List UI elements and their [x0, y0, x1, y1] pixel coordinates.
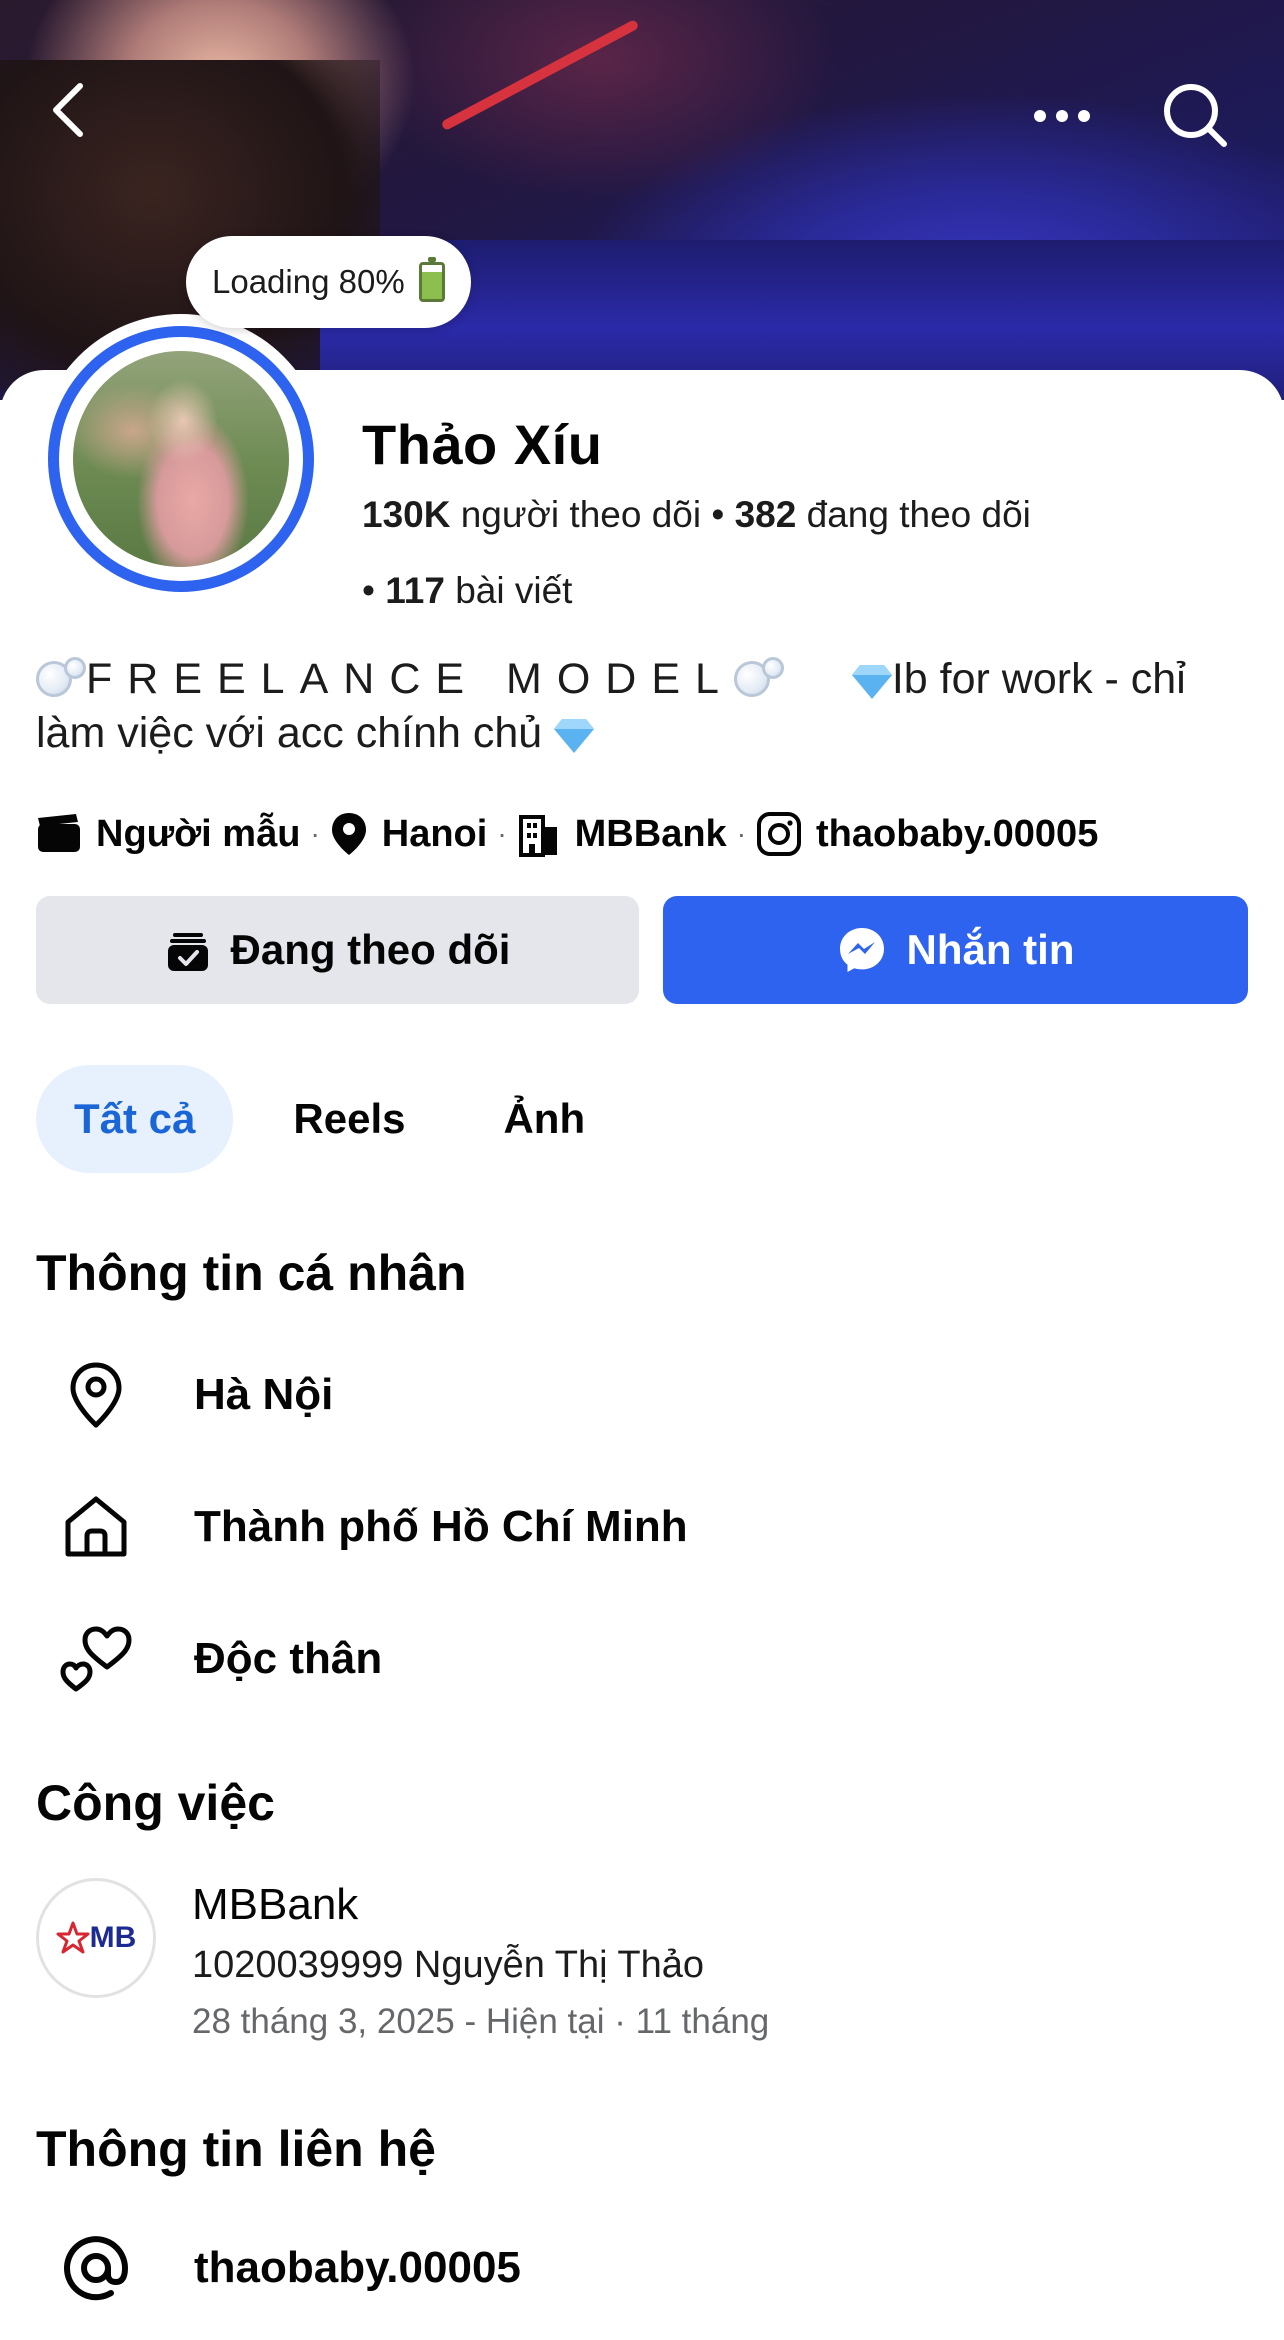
clapperboard-icon — [38, 814, 80, 852]
separator-dot: • — [711, 494, 735, 535]
battery-icon — [418, 257, 445, 302]
section-contact-title: Thông tin liên hệ — [36, 2121, 436, 2177]
separator-dot: • — [362, 570, 386, 611]
more-horizontal-icon — [1034, 110, 1090, 122]
profile-name: Thảo Xíu — [362, 413, 603, 476]
back-button[interactable] — [42, 80, 102, 140]
detail-location[interactable]: Hanoi — [382, 813, 488, 856]
follow-stats[interactable]: 130K người theo dõi • 382 đang theo dõi — [362, 494, 1031, 536]
work-company[interactable]: MBBank — [192, 1880, 358, 1930]
separator-dot: · — [497, 818, 507, 849]
bubbles-icon — [64, 657, 86, 679]
followers-count[interactable]: 130K — [362, 494, 450, 535]
work-dates: 28 tháng 3, 2025 - Hiện tại · 11 tháng — [192, 2002, 770, 2041]
profile-details: Người mẫu · Hanoi · MBBank · thaobaby.00… — [36, 806, 1098, 862]
note-bubble[interactable]: Loading 80% — [186, 236, 471, 328]
at-sign-icon-wrap — [36, 2231, 156, 2305]
tab-all[interactable]: Tất cả — [36, 1065, 234, 1173]
company-logo[interactable]: MB — [36, 1878, 156, 1998]
section-work-title: Công việc — [36, 1775, 275, 1831]
followers-label: người theo dõi — [460, 494, 702, 535]
following-count[interactable]: 382 — [735, 494, 797, 535]
work-position: 1020039999 Nguyễn Thị Thảo — [192, 1944, 705, 1986]
bio-model: FREELANCE MODEL — [86, 655, 734, 703]
search-button[interactable] — [1160, 80, 1230, 150]
story-ring — [48, 326, 314, 592]
section-personal-info-title: Thông tin cá nhân — [36, 1245, 467, 1301]
contact-handle-row[interactable]: thaobaby.00005 — [36, 2218, 521, 2318]
location-pin-icon — [331, 813, 366, 855]
posts-stats: • 117 bài viết — [362, 570, 572, 612]
at-sign-icon — [64, 2236, 129, 2301]
diamond-icon — [554, 719, 595, 753]
location-pin-icon-wrap — [36, 1361, 156, 1429]
info-relationship[interactable]: Độc thân — [36, 1609, 382, 1709]
message-button-label: Nhắn tin — [906, 926, 1075, 973]
search-icon — [1164, 84, 1227, 147]
separator-dot: · — [310, 818, 320, 849]
detail-category: Người mẫu — [96, 812, 301, 855]
cover-photo-detail — [440, 18, 640, 132]
home-icon-wrap — [36, 1494, 156, 1560]
info-current-city[interactable]: Hà Nội — [36, 1345, 333, 1445]
detail-instagram[interactable]: thaobaby.00005 — [816, 813, 1098, 856]
instagram-icon — [757, 812, 802, 856]
detail-company[interactable]: MBBank — [575, 813, 727, 856]
posts-count: 117 — [385, 570, 445, 611]
message-button[interactable]: Nhắn tin — [663, 896, 1248, 1004]
diamond-icon — [851, 665, 892, 699]
following-label: đang theo dõi — [806, 494, 1031, 535]
avatar[interactable] — [36, 314, 326, 604]
tab-photos[interactable]: Ảnh — [465, 1065, 623, 1173]
following-button[interactable]: Đang theo dõi — [36, 896, 639, 1004]
hearts-icon-wrap — [36, 1625, 156, 1693]
avatar-image — [73, 351, 289, 567]
location-pin-icon — [70, 1362, 122, 1428]
messenger-icon — [839, 928, 884, 972]
hearts-icon — [60, 1626, 132, 1692]
tab-reels[interactable]: Reels — [255, 1065, 443, 1173]
bio: FREELANCE MODEL Ib for work - chỉ làm vi… — [36, 652, 1236, 760]
contact-handle-text: thaobaby.00005 — [194, 2243, 521, 2292]
chevron-left-icon — [53, 83, 83, 137]
following-check-icon — [167, 933, 208, 971]
hometown-text: Thành phố Hồ Chí Minh — [194, 1502, 688, 1551]
info-hometown[interactable]: Thành phố Hồ Chí Minh — [36, 1477, 688, 1577]
mb-star-icon — [56, 1921, 90, 1954]
more-options-button[interactable] — [1030, 90, 1094, 140]
note-text: Loading 80% — [212, 263, 405, 300]
company-logo-text: MB — [89, 1921, 137, 1954]
separator-dot: · — [736, 818, 747, 849]
home-icon — [65, 1496, 127, 1557]
posts-label: bài viết — [455, 570, 573, 611]
profile-tabs: Tất cả Reels Ảnh — [36, 1065, 623, 1173]
building-icon — [518, 815, 557, 857]
bubbles-icon — [761, 657, 784, 679]
current-city-text: Hà Nội — [194, 1370, 334, 1419]
following-button-label: Đang theo dõi — [230, 926, 511, 973]
relationship-text: Độc thân — [194, 1634, 383, 1683]
